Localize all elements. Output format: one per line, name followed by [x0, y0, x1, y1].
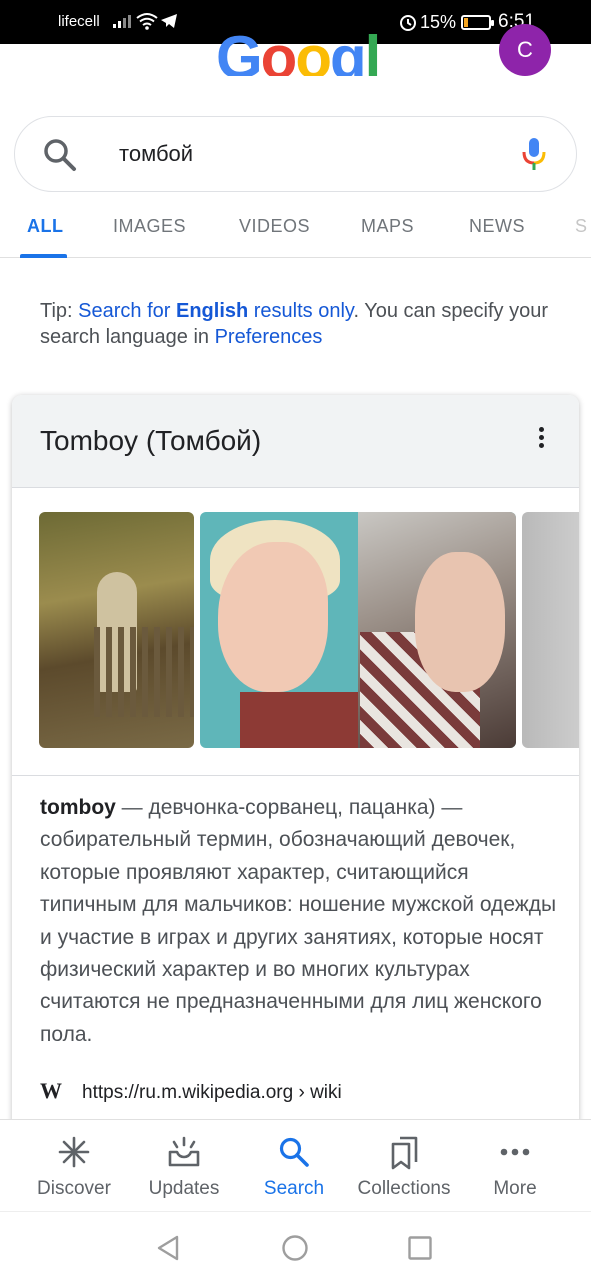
- divider: [12, 775, 579, 776]
- battery-icon: [461, 15, 494, 30]
- tip-prefix: Tip:: [40, 300, 79, 322]
- english-results-link[interactable]: Search for English results only: [78, 300, 353, 322]
- description-text: — девчонка-сорванец, пацанка) — собирате…: [40, 796, 557, 1046]
- bottom-navigation: Discover Updates Search Collections More: [0, 1119, 591, 1211]
- language-tip: Tip: Search for English results only. Yo…: [40, 298, 560, 350]
- alarm-icon: [400, 15, 416, 31]
- nav-collections[interactable]: Collections: [345, 1120, 463, 1212]
- tip-link-text-a: Search for: [78, 300, 176, 322]
- back-icon[interactable]: [155, 1234, 181, 1262]
- tab-maps[interactable]: MAPS: [361, 216, 414, 237]
- tip-link-bold: English: [175, 300, 249, 322]
- nav-search[interactable]: Search: [235, 1120, 353, 1212]
- preferences-link[interactable]: Preferences: [215, 326, 323, 348]
- search-icon: [279, 1137, 309, 1167]
- collections-icon: [391, 1136, 418, 1170]
- telegram-icon: [161, 14, 177, 28]
- image-thumbnail[interactable]: [200, 512, 516, 748]
- tab-images[interactable]: IMAGES: [113, 216, 186, 237]
- recents-icon[interactable]: [407, 1234, 433, 1262]
- image-thumbnail[interactable]: [522, 512, 579, 748]
- tab-partial[interactable]: S: [575, 216, 588, 237]
- nav-label: Updates: [148, 1178, 220, 1199]
- card-description: tomboy — девчонка-сорванец, пацанка) — с…: [40, 792, 560, 1051]
- source-link[interactable]: Whttps://ru.m.wikipedia.org › wiki: [40, 1078, 342, 1104]
- knowledge-card: Tomboy (Томбой) tomboy — девчонка-сорван…: [12, 395, 579, 1135]
- tab-videos[interactable]: VIDEOS: [239, 216, 310, 237]
- search-box[interactable]: томбой: [14, 116, 577, 192]
- card-title[interactable]: Tomboy (Томбой): [40, 425, 261, 457]
- updates-icon: [168, 1136, 200, 1167]
- image-thumbnail[interactable]: [39, 512, 194, 748]
- tip-link-text-b: results only: [248, 300, 354, 322]
- search-icon[interactable]: [43, 138, 77, 172]
- microphone-icon[interactable]: [521, 137, 547, 171]
- more-options-icon[interactable]: [535, 427, 547, 453]
- nav-label: Search: [263, 1178, 325, 1199]
- active-tab-indicator: [20, 254, 67, 258]
- tab-news[interactable]: NEWS: [469, 216, 525, 237]
- nav-discover[interactable]: Discover: [15, 1120, 133, 1212]
- wifi-icon: [136, 13, 158, 30]
- home-icon[interactable]: [281, 1234, 309, 1262]
- avatar[interactable]: C: [499, 24, 551, 76]
- image-carousel[interactable]: [39, 512, 579, 750]
- asterisk-icon: [58, 1136, 90, 1168]
- nav-label: Collections: [357, 1178, 451, 1199]
- description-term: tomboy: [40, 796, 116, 819]
- nav-more[interactable]: More: [456, 1120, 574, 1212]
- source-url: https://ru.m.wikipedia.org › wiki: [82, 1082, 342, 1103]
- more-dots-icon: [500, 1148, 530, 1156]
- nav-label: More: [493, 1178, 537, 1199]
- wikipedia-icon: W: [40, 1078, 62, 1103]
- card-header: Tomboy (Томбой): [12, 395, 579, 488]
- battery-percent: 15%: [420, 12, 457, 32]
- carrier-label: lifecell: [58, 13, 100, 30]
- signal-icon: [113, 15, 131, 28]
- nav-label: Discover: [37, 1178, 111, 1199]
- search-tabs: ALL IMAGES VIDEOS MAPS NEWS S: [0, 196, 591, 258]
- google-logo[interactable]: Google: [216, 28, 386, 76]
- tab-all[interactable]: ALL: [27, 216, 64, 237]
- system-navigation-bar: [0, 1211, 591, 1280]
- nav-updates[interactable]: Updates: [125, 1120, 243, 1212]
- search-input[interactable]: томбой: [119, 141, 193, 167]
